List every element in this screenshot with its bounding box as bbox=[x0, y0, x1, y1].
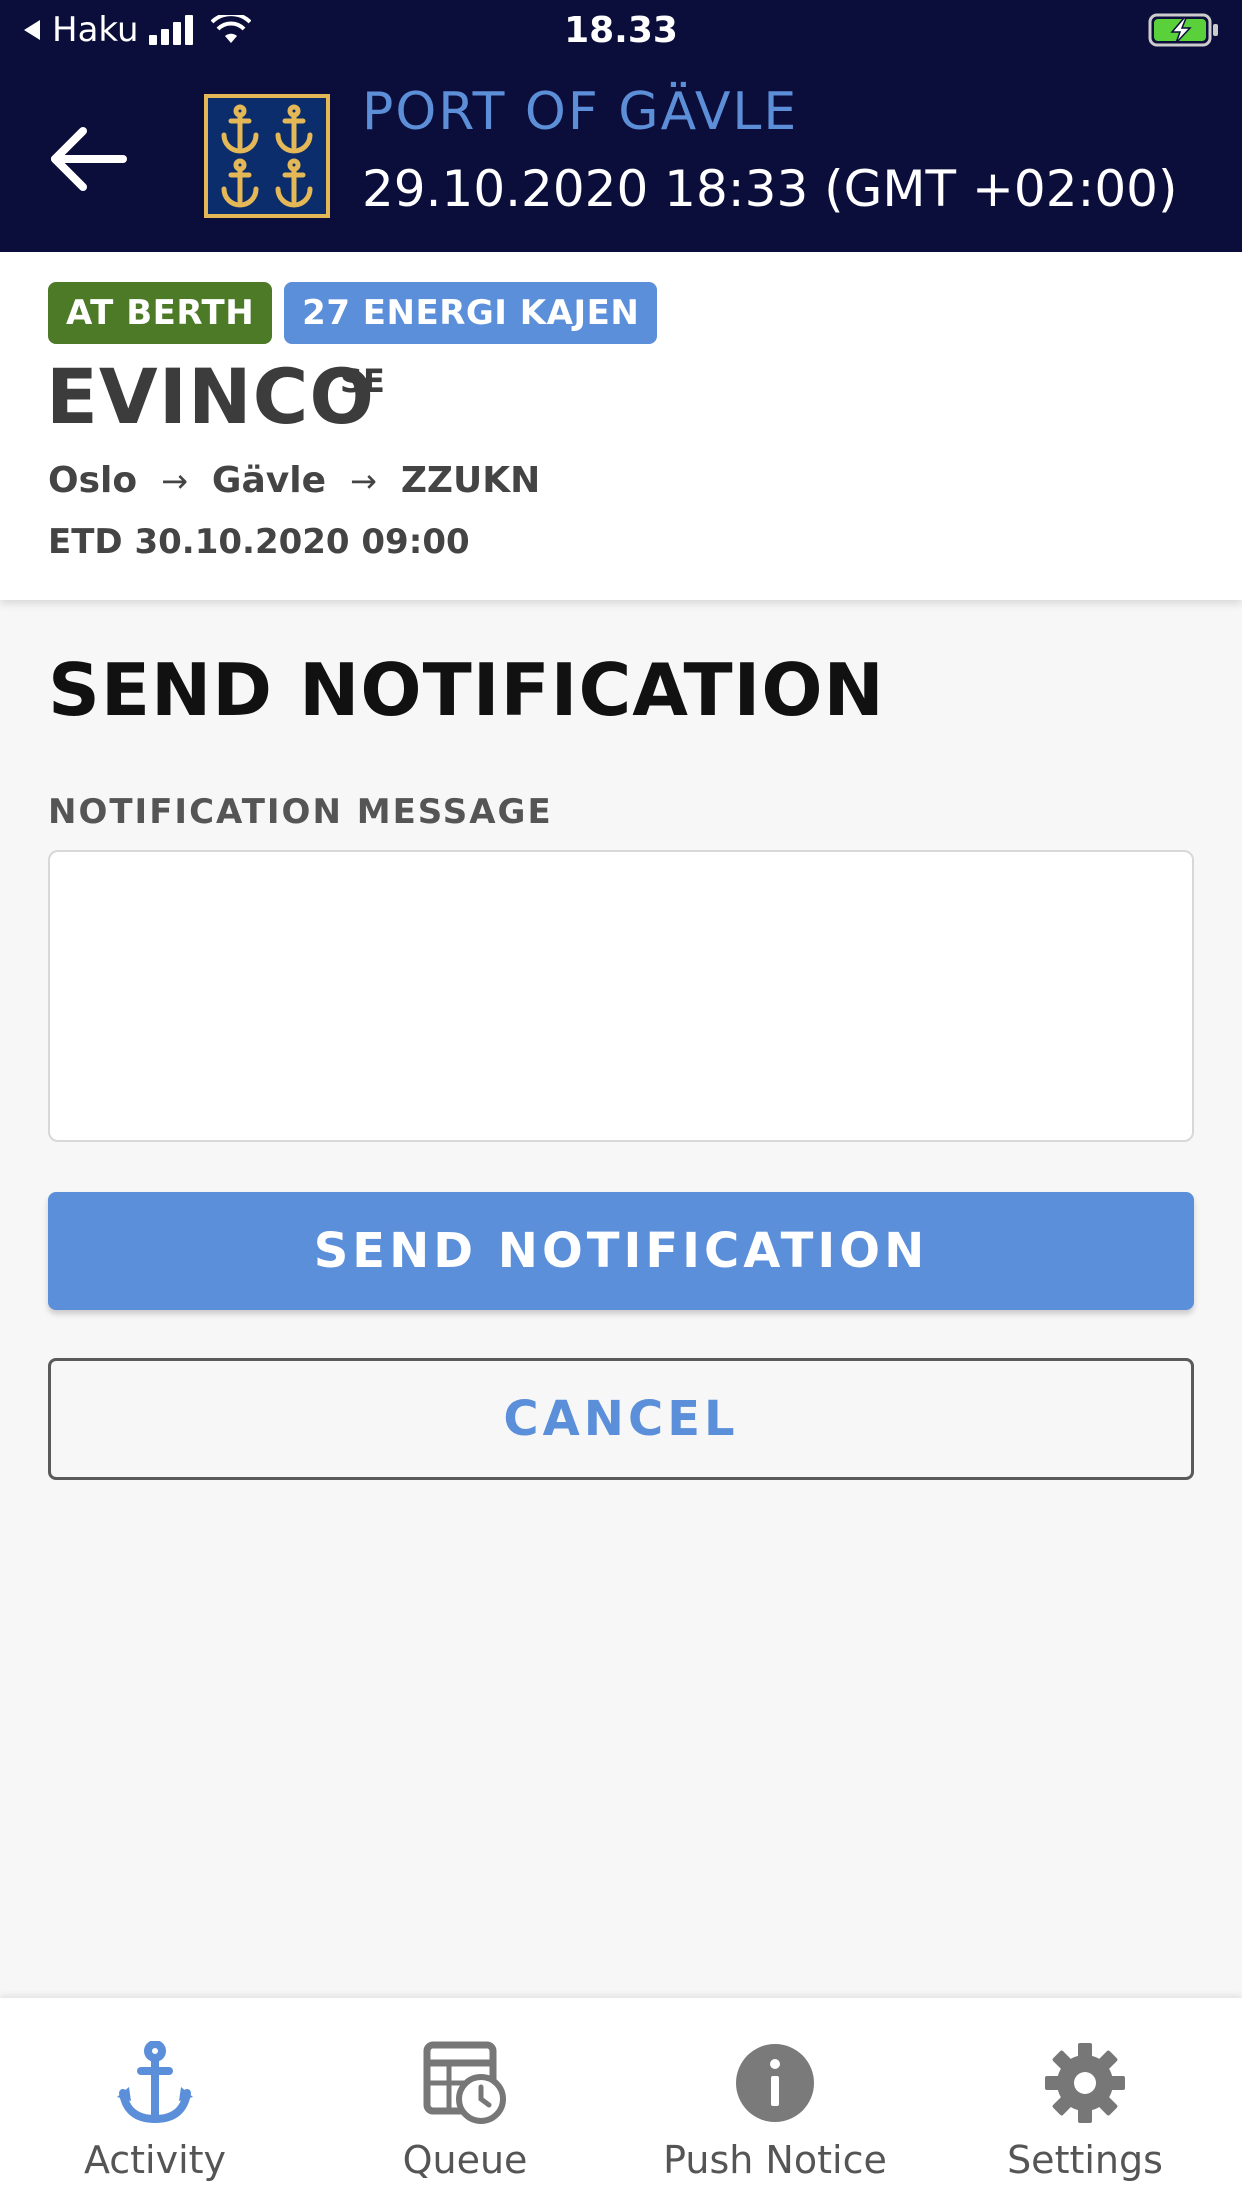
battery-charging-icon bbox=[1148, 13, 1218, 47]
tab-settings[interactable]: Settings bbox=[930, 1998, 1240, 2208]
route-destination: ZZUKN bbox=[400, 460, 541, 501]
message-label: NOTIFICATION MESSAGE bbox=[48, 792, 553, 832]
gear-icon bbox=[1040, 2038, 1130, 2128]
tab-settings-label: Settings bbox=[1007, 2138, 1163, 2182]
anchor-icon bbox=[110, 2038, 200, 2128]
port-name: PORT OF GÄVLE bbox=[362, 82, 799, 142]
status-bar: Haku 18.33 bbox=[0, 0, 1242, 62]
bottom-tab-bar: Activity Queue Push Notice Settings bbox=[0, 1998, 1242, 2208]
tab-queue-label: Queue bbox=[402, 2138, 528, 2182]
status-badge: AT BERTH bbox=[48, 282, 273, 344]
tab-push-notice-label: Push Notice bbox=[663, 2138, 887, 2182]
app-screen: Haku 18.33 PORT OF GÄVLE 29.10.2020 18:3… bbox=[0, 0, 1242, 2208]
battery-indicator bbox=[1148, 12, 1220, 48]
top-bar: Haku 18.33 PORT OF GÄVLE 29.10.2020 18:3… bbox=[0, 0, 1242, 252]
vessel-badges: AT BERTH 27 ENERGI KAJEN bbox=[48, 282, 658, 344]
cancel-button[interactable]: CANCEL bbox=[48, 1358, 1194, 1480]
vessel-route: Oslo → Gävle → ZZUKN bbox=[48, 460, 540, 501]
arrow-left-icon bbox=[51, 127, 127, 191]
notification-message-input[interactable] bbox=[48, 850, 1194, 1142]
port-logo bbox=[204, 94, 330, 218]
status-time: 18.33 bbox=[564, 10, 678, 51]
four-anchors-icon bbox=[221, 104, 313, 208]
berth-badge: 27 ENERGI KAJEN bbox=[284, 282, 658, 344]
send-notification-button[interactable]: SEND NOTIFICATION bbox=[48, 1192, 1194, 1310]
port-datetime: 29.10.2020 18:33 (GMT +02:00) bbox=[362, 160, 1178, 218]
tab-activity[interactable]: Activity bbox=[0, 1998, 310, 2208]
vessel-etd: ETD 30.10.2020 09:00 bbox=[48, 522, 470, 562]
back-button[interactable] bbox=[44, 114, 134, 204]
vessel-flag: SE bbox=[340, 362, 385, 400]
info-icon bbox=[730, 2038, 820, 2128]
route-current: Gävle bbox=[211, 460, 326, 501]
arrow-right-icon: → bbox=[161, 461, 188, 500]
tab-push-notice[interactable]: Push Notice bbox=[620, 1998, 930, 2208]
route-origin: Oslo bbox=[48, 460, 138, 501]
page-title: SEND NOTIFICATION bbox=[48, 648, 885, 732]
vessel-card: AT BERTH 27 ENERGI KAJEN EVINCO SE Oslo … bbox=[0, 252, 1242, 600]
app-header: PORT OF GÄVLE 29.10.2020 18:33 (GMT +02:… bbox=[0, 62, 1242, 252]
vessel-name: EVINCO bbox=[46, 352, 375, 441]
queue-calendar-icon bbox=[420, 2038, 510, 2128]
tab-activity-label: Activity bbox=[83, 2138, 227, 2182]
tab-queue[interactable]: Queue bbox=[310, 1998, 620, 2208]
arrow-right-icon: → bbox=[350, 461, 377, 500]
